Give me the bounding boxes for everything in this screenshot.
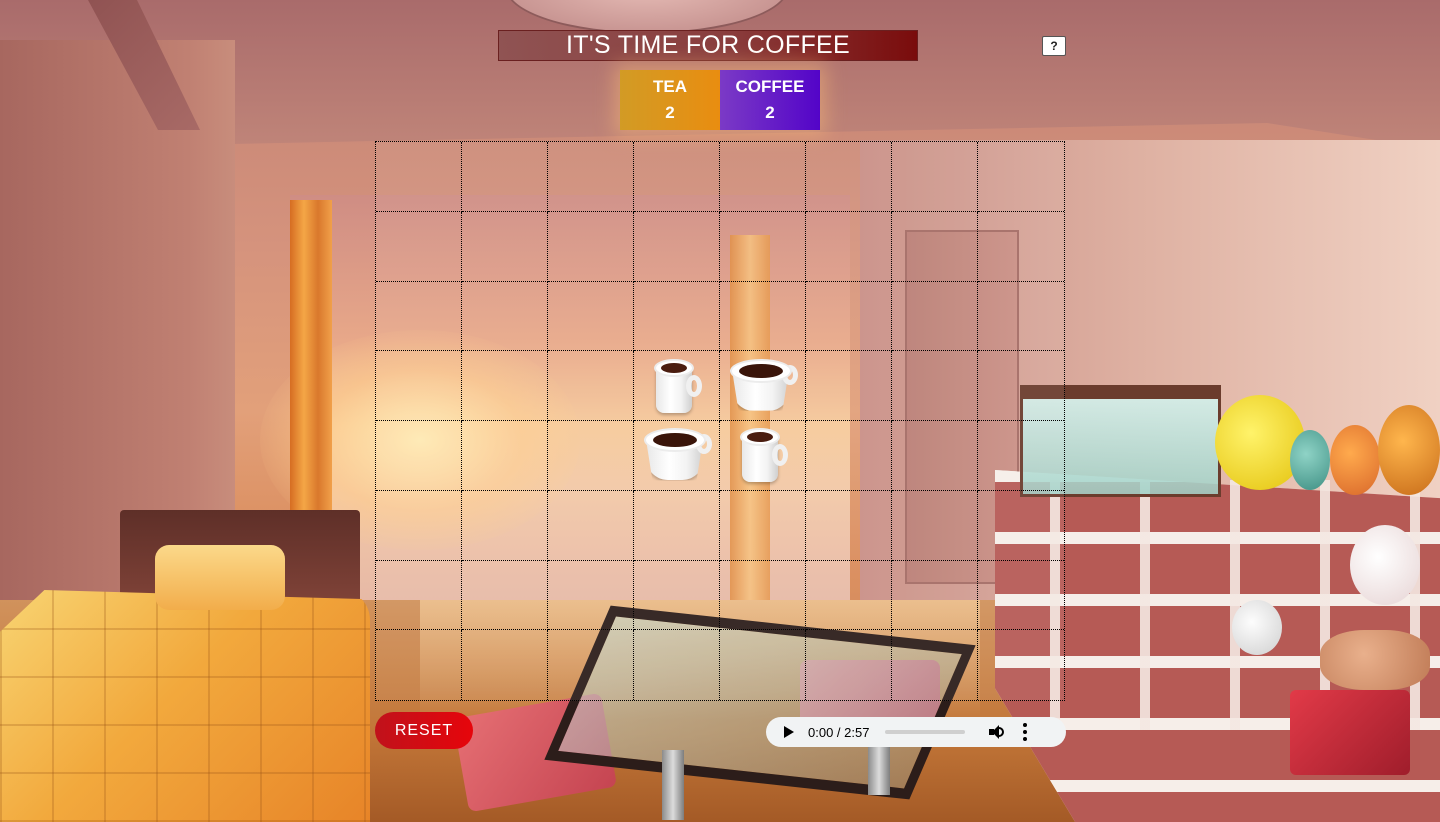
board-cell[interactable] <box>462 142 548 212</box>
board-cell[interactable] <box>548 351 634 421</box>
board-cell[interactable] <box>462 630 548 700</box>
board-cell[interactable] <box>376 281 462 352</box>
board-cell[interactable] <box>806 211 892 282</box>
coffee-score-value: 2 <box>765 103 775 122</box>
background-toy <box>1320 630 1430 690</box>
board-cell[interactable] <box>978 212 1064 282</box>
background-toy <box>1378 405 1440 495</box>
board-cell[interactable] <box>720 351 806 421</box>
board-cell[interactable] <box>634 211 720 282</box>
background-toy <box>1232 600 1282 655</box>
coffee-cup-icon <box>642 426 712 484</box>
board-cell[interactable] <box>462 211 548 282</box>
tea-score-value: 2 <box>665 103 675 122</box>
board-cell[interactable] <box>892 142 978 212</box>
board-cell[interactable] <box>720 560 806 631</box>
background-curtain-left <box>290 200 332 510</box>
play-icon[interactable] <box>784 726 794 738</box>
board-cell[interactable] <box>978 491 1064 561</box>
board-cell[interactable] <box>892 560 978 631</box>
board-cell[interactable] <box>806 490 892 561</box>
board-cell[interactable] <box>806 351 892 421</box>
board-cell[interactable] <box>634 142 720 212</box>
coffee-score-label: COFFEE <box>735 77 805 96</box>
tea-score-label: TEA <box>653 77 687 96</box>
audio-seek-bar[interactable] <box>885 730 966 734</box>
board-cell[interactable] <box>806 421 892 491</box>
tea-score-box: TEA 2 <box>620 70 720 130</box>
background-toy <box>1215 395 1305 490</box>
board-cell[interactable] <box>462 490 548 561</box>
board-cell[interactable] <box>892 630 978 700</box>
board-cell[interactable] <box>376 421 462 491</box>
board-cell[interactable] <box>548 560 634 631</box>
board-cell[interactable] <box>634 560 720 631</box>
background-toy <box>1330 425 1380 495</box>
background-bed <box>0 590 370 822</box>
board-cell[interactable] <box>548 142 634 212</box>
board-cell[interactable] <box>376 211 462 282</box>
board-cell[interactable] <box>978 142 1064 212</box>
board-cell[interactable] <box>548 421 634 491</box>
board-cell[interactable] <box>376 351 462 421</box>
board-cell[interactable] <box>376 490 462 561</box>
board-cell[interactable] <box>892 211 978 282</box>
board-cell[interactable] <box>462 351 548 421</box>
board-cell[interactable] <box>978 630 1064 700</box>
tea-cup-icon <box>652 357 702 415</box>
help-button[interactable]: ? <box>1042 36 1066 56</box>
board-cell[interactable] <box>978 421 1064 491</box>
board-cell[interactable] <box>892 490 978 561</box>
board-cell[interactable] <box>806 630 892 700</box>
board-cell[interactable] <box>806 142 892 212</box>
board-cell[interactable] <box>892 351 978 421</box>
board-cell[interactable] <box>548 211 634 282</box>
board-cell[interactable] <box>634 421 720 491</box>
game-board <box>375 141 1065 701</box>
board-cell[interactable] <box>462 421 548 491</box>
game-screen: IT'S TIME FOR COFFEE ? TEA 2 COFFEE 2 RE… <box>0 0 1440 822</box>
board-cell[interactable] <box>376 630 462 700</box>
board-cell[interactable] <box>720 490 806 561</box>
board-cell[interactable] <box>634 630 720 700</box>
reset-button[interactable]: RESET <box>375 712 473 749</box>
board-cell[interactable] <box>720 142 806 212</box>
audio-time: 0:00 / 2:57 <box>808 724 870 740</box>
board-cell[interactable] <box>806 281 892 352</box>
background-toy <box>1350 525 1420 605</box>
board-cell[interactable] <box>548 490 634 561</box>
board-cell[interactable] <box>634 281 720 352</box>
board-cell[interactable] <box>634 351 720 421</box>
board-cell[interactable] <box>892 281 978 352</box>
board-cell[interactable] <box>978 351 1064 421</box>
background-toy <box>1290 430 1330 490</box>
board-cell[interactable] <box>720 630 806 700</box>
board-cell[interactable] <box>462 560 548 631</box>
board-cell[interactable] <box>892 421 978 491</box>
more-options-icon[interactable] <box>1023 723 1028 741</box>
audio-player: 0:00 / 2:57 <box>766 717 1066 747</box>
scoreboard: TEA 2 COFFEE 2 <box>620 70 820 130</box>
board-cell[interactable] <box>978 282 1064 352</box>
background-toy <box>1290 690 1410 775</box>
game-title: IT'S TIME FOR COFFEE <box>498 30 918 61</box>
board-cell[interactable] <box>978 561 1064 631</box>
coffee-score-box: COFFEE 2 <box>720 70 820 130</box>
volume-icon[interactable] <box>989 724 1005 740</box>
board-cell[interactable] <box>376 142 462 212</box>
board-cell[interactable] <box>720 211 806 282</box>
board-cell[interactable] <box>548 281 634 352</box>
board-cell[interactable] <box>720 421 806 491</box>
board-cell[interactable] <box>462 281 548 352</box>
board-cell[interactable] <box>806 560 892 631</box>
board-cell[interactable] <box>376 560 462 631</box>
background-table-leg <box>662 750 684 820</box>
board-cell[interactable] <box>720 281 806 352</box>
background-pillow <box>155 545 285 610</box>
board-cell[interactable] <box>548 630 634 700</box>
coffee-cup-icon <box>728 357 798 415</box>
board-cell[interactable] <box>634 490 720 561</box>
tea-cup-icon <box>738 426 788 484</box>
